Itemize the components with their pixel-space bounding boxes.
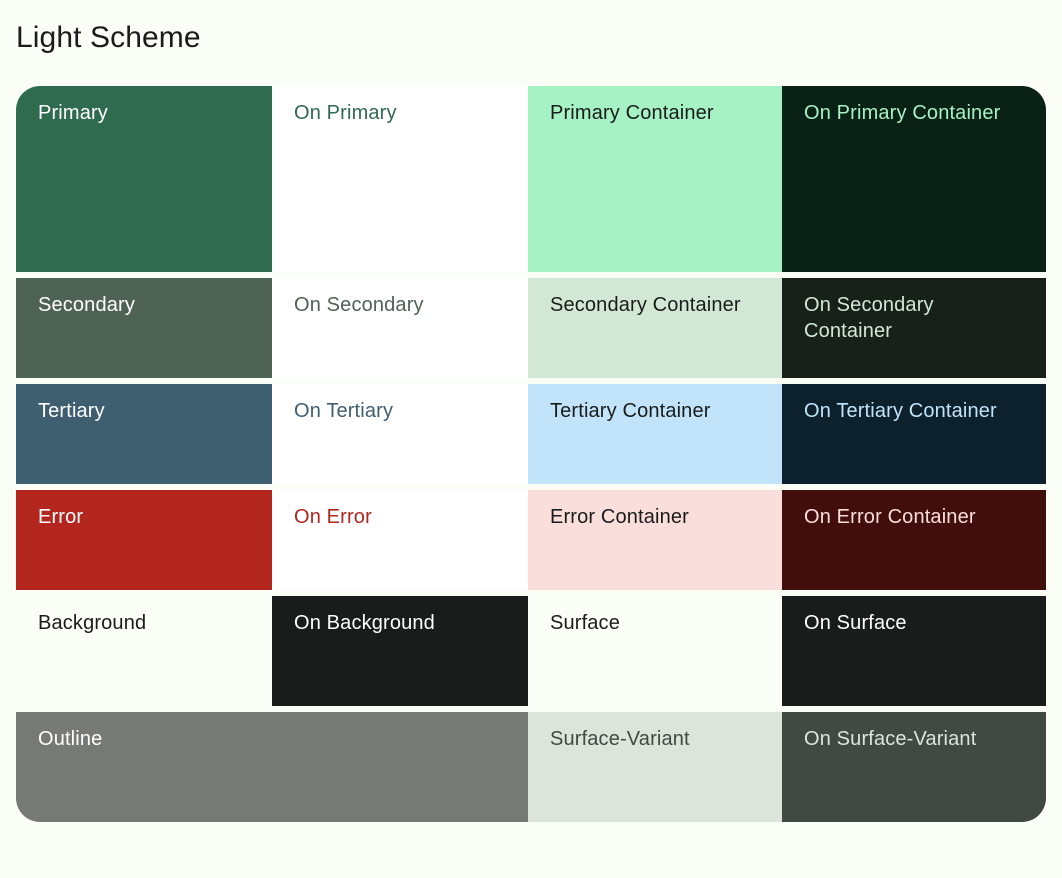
swatch-label: Tertiary [38,400,105,422]
swatch-on-secondary-container[interactable]: On Secondary Container [782,278,1046,378]
swatch-surface[interactable]: Surface [528,596,782,706]
swatch-tertiary[interactable]: Tertiary [16,384,272,484]
swatch-label: Primary Container [550,102,714,124]
swatch-label: On Background [294,612,435,634]
error-row: Error On Error Error Container On Error Con… [16,490,1046,590]
swatch-on-error-container[interactable]: On Error Container [782,490,1046,590]
swatch-on-primary-container[interactable]: On Primary Container [782,86,1046,272]
swatch-on-surface-variant[interactable]: On Surface-Variant [782,712,1046,822]
swatch-on-surface[interactable]: On Surface [782,596,1046,706]
swatch-label: Secondary Container [550,294,741,316]
swatch-on-secondary[interactable]: On Secondary [272,278,528,378]
swatch-label: Error Container [550,506,689,528]
swatch-label: On Error [294,506,372,528]
swatch-on-error[interactable]: On Error [272,490,528,590]
swatch-outline-continued[interactable] [272,712,528,822]
page-title: Light Scheme [16,21,201,54]
swatch-outline[interactable]: Outline [16,712,272,822]
primary-row: Primary On Primary Primary Container On Pri… [16,86,1046,272]
background-surface-row: Background On Background Surface On Surface [16,596,1046,706]
swatch-label: On Error Container [804,506,976,528]
swatch-on-tertiary[interactable]: On Tertiary [272,384,528,484]
swatch-label: Outline [38,728,103,750]
swatch-label: Surface-Variant [550,728,690,750]
swatch-label: Primary [38,102,108,124]
swatch-label: Surface [550,612,620,634]
swatch-label: On Surface [804,612,907,634]
secondary-row: Secondary On Secondary Secondary Container… [16,278,1046,378]
swatch-tertiary-container[interactable]: Tertiary Container [528,384,782,484]
swatch-label: Secondary [38,294,135,316]
swatch-error-container[interactable]: Error Container [528,490,782,590]
swatch-label: On Secondary Container [804,294,934,342]
swatch-primary[interactable]: Primary [16,86,272,272]
swatch-secondary-container[interactable]: Secondary Container [528,278,782,378]
swatch-on-tertiary-container[interactable]: On Tertiary Container [782,384,1046,484]
swatch-on-background[interactable]: On Background [272,596,528,706]
swatch-label: On Tertiary Container [804,400,997,422]
swatch-on-primary[interactable]: On Primary [272,86,528,272]
swatch-label: On Secondary [294,294,424,316]
swatch-label: Background [38,612,147,634]
outline-surface-variant-row: Outline Surface-Variant On Surface-Variant [16,712,1046,822]
swatch-label: On Primary [294,102,397,124]
swatch-label: On Primary Container [804,102,1001,124]
color-swatch-grid: Primary On Primary Primary Container On Pri… [16,86,1046,822]
swatch-label: Error [38,506,84,528]
color-scheme-page: Light Scheme Primary On Primary Primary Co… [0,0,1062,878]
swatch-label: On Surface-Variant [804,728,977,750]
swatch-primary-container[interactable]: Primary Container [528,86,782,272]
swatch-error[interactable]: Error [16,490,272,590]
tertiary-row: Tertiary On Tertiary Tertiary Container On … [16,384,1046,484]
swatch-label: Tertiary Container [550,400,711,422]
swatch-surface-variant[interactable]: Surface-Variant [528,712,782,822]
swatch-label: On Tertiary [294,400,394,422]
swatch-background[interactable]: Background [16,596,272,706]
swatch-secondary[interactable]: Secondary [16,278,272,378]
